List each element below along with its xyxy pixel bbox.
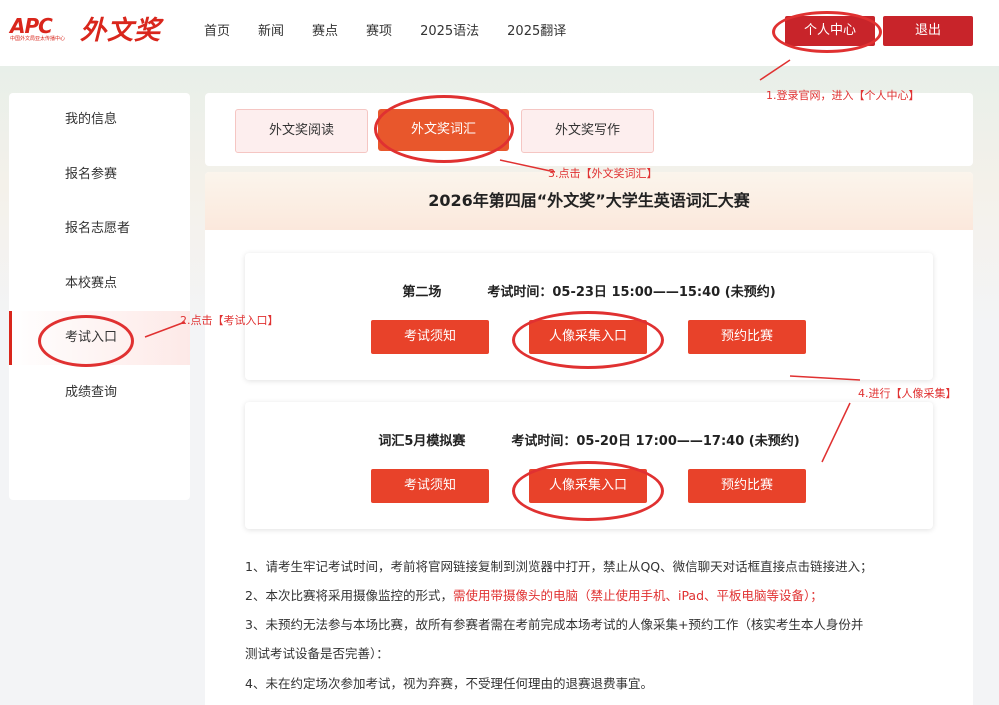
sidebar-item-label: 成绩查询 [65,385,118,400]
sidebar-item-my-info[interactable]: 我的信息 [9,93,190,147]
nav-home[interactable]: 首页 [204,22,230,42]
session-title: 词汇5月模拟赛 考试时间：05-20日 17:00——17:40 (未预约) [245,430,933,449]
nav-news[interactable]: 新闻 [258,22,284,42]
note-2: 2、本次比赛将采用摄像监控的形式，需使用带摄像头的电脑（禁止使用手机、iPad、… [245,587,823,605]
sidebar-item-label: 报名志愿者 [65,221,131,236]
nav-2025-translation[interactable]: 2025翻译 [507,22,566,42]
session-time: 考试时间：05-20日 17:00——17:40 (未预约) [511,434,800,449]
tabs-card: 外文奖阅读 外文奖词汇 外文奖写作 [205,93,973,166]
apc-logo[interactable]: APC 中国外文局亚太传播中心 [10,16,70,48]
main-nav: 首页 新闻 赛点 赛项 2025语法 2025翻译 [204,22,594,42]
site-logo[interactable]: 外文奖 [80,14,161,48]
nav-venues[interactable]: 赛点 [312,22,338,42]
note-1: 1、请考生牢记考试时间，考前将官网链接复制到浏览器中打开，禁止从QQ、微信聊天对… [245,559,873,574]
note-2-warning: 需使用带摄像头的电脑（禁止使用手机、iPad、平板电脑等设备）； [452,588,823,603]
sidebar-item-register[interactable]: 报名参赛 [9,148,190,202]
sidebar-item-score-query[interactable]: 成绩查询 [9,366,190,420]
annotation-step3: 3.点击【外文奖词汇】 [548,167,658,180]
session-time: 考试时间：05-23日 15:00——15:40 (未预约) [487,285,776,300]
nav-2025-grammar[interactable]: 2025语法 [420,22,479,42]
book-exam-button[interactable]: 预约比赛 [688,320,806,354]
note-3-continued: 测试考试设备是否完善）： [245,646,389,661]
logout-button[interactable]: 退出 [883,16,973,46]
exam-notice-button[interactable]: 考试须知 [371,469,489,503]
sidebar-item-label: 考试入口 [65,330,118,345]
sidebar-item-volunteer[interactable]: 报名志愿者 [9,202,190,256]
session-name: 词汇5月模拟赛 [378,434,466,449]
sidebar-item-label: 本校赛点 [65,276,118,291]
note-4: 4、未在约定场次参加考试，视为弃赛，不受理任何理由的退赛退费事宜。 [245,676,653,691]
note-2-text: 2、本次比赛将采用摄像监控的形式， [245,588,453,603]
top-bar: APC 中国外文局亚太传播中心 外文奖 首页 新闻 赛点 赛项 2025语法 2… [0,0,999,66]
personal-center-button[interactable]: 个人中心 [785,16,875,46]
tab-reading[interactable]: 外文奖阅读 [235,109,368,153]
sidebar: 我的信息 报名参赛 报名志愿者 本校赛点 考试入口 成绩查询 [9,93,190,500]
session-title: 第二场 考试时间：05-23日 15:00——15:40 (未预约) [245,281,933,300]
apc-logo-text: APC [10,14,53,38]
tab-writing[interactable]: 外文奖写作 [521,109,654,153]
sidebar-item-exam-entry[interactable]: 考试入口 [9,311,190,365]
annotation-step1: 1.登录官网，进入【个人中心】 [766,89,920,102]
session-card: 第二场 考试时间：05-23日 15:00——15:40 (未预约) 考试须知 人… [245,253,933,380]
session-card: 词汇5月模拟赛 考试时间：05-20日 17:00——17:40 (未预约) 考试… [245,402,933,529]
book-exam-button[interactable]: 预约比赛 [688,469,806,503]
apc-logo-subtitle: 中国外文局亚太传播中心 [10,36,66,42]
face-capture-button[interactable]: 人像采集入口 [529,469,647,503]
face-capture-button[interactable]: 人像采集入口 [529,320,647,354]
annotation-step2: 2.点击【考试入口】 [180,314,279,327]
sidebar-item-label: 我的信息 [65,112,118,127]
annotation-step4: 4.进行【人像采集】 [858,387,957,400]
note-3: 3、未预约无法参与本场比赛，故所有参赛者需在考前完成本场考试的人像采集+预约工作… [245,617,864,632]
sidebar-item-school-venue[interactable]: 本校赛点 [9,257,190,311]
sidebar-item-label: 报名参赛 [65,167,118,182]
exam-notice-button[interactable]: 考试须知 [371,320,489,354]
tab-vocabulary[interactable]: 外文奖词汇 [378,109,509,151]
session-name: 第二场 [402,285,442,300]
nav-events[interactable]: 赛项 [366,22,392,42]
